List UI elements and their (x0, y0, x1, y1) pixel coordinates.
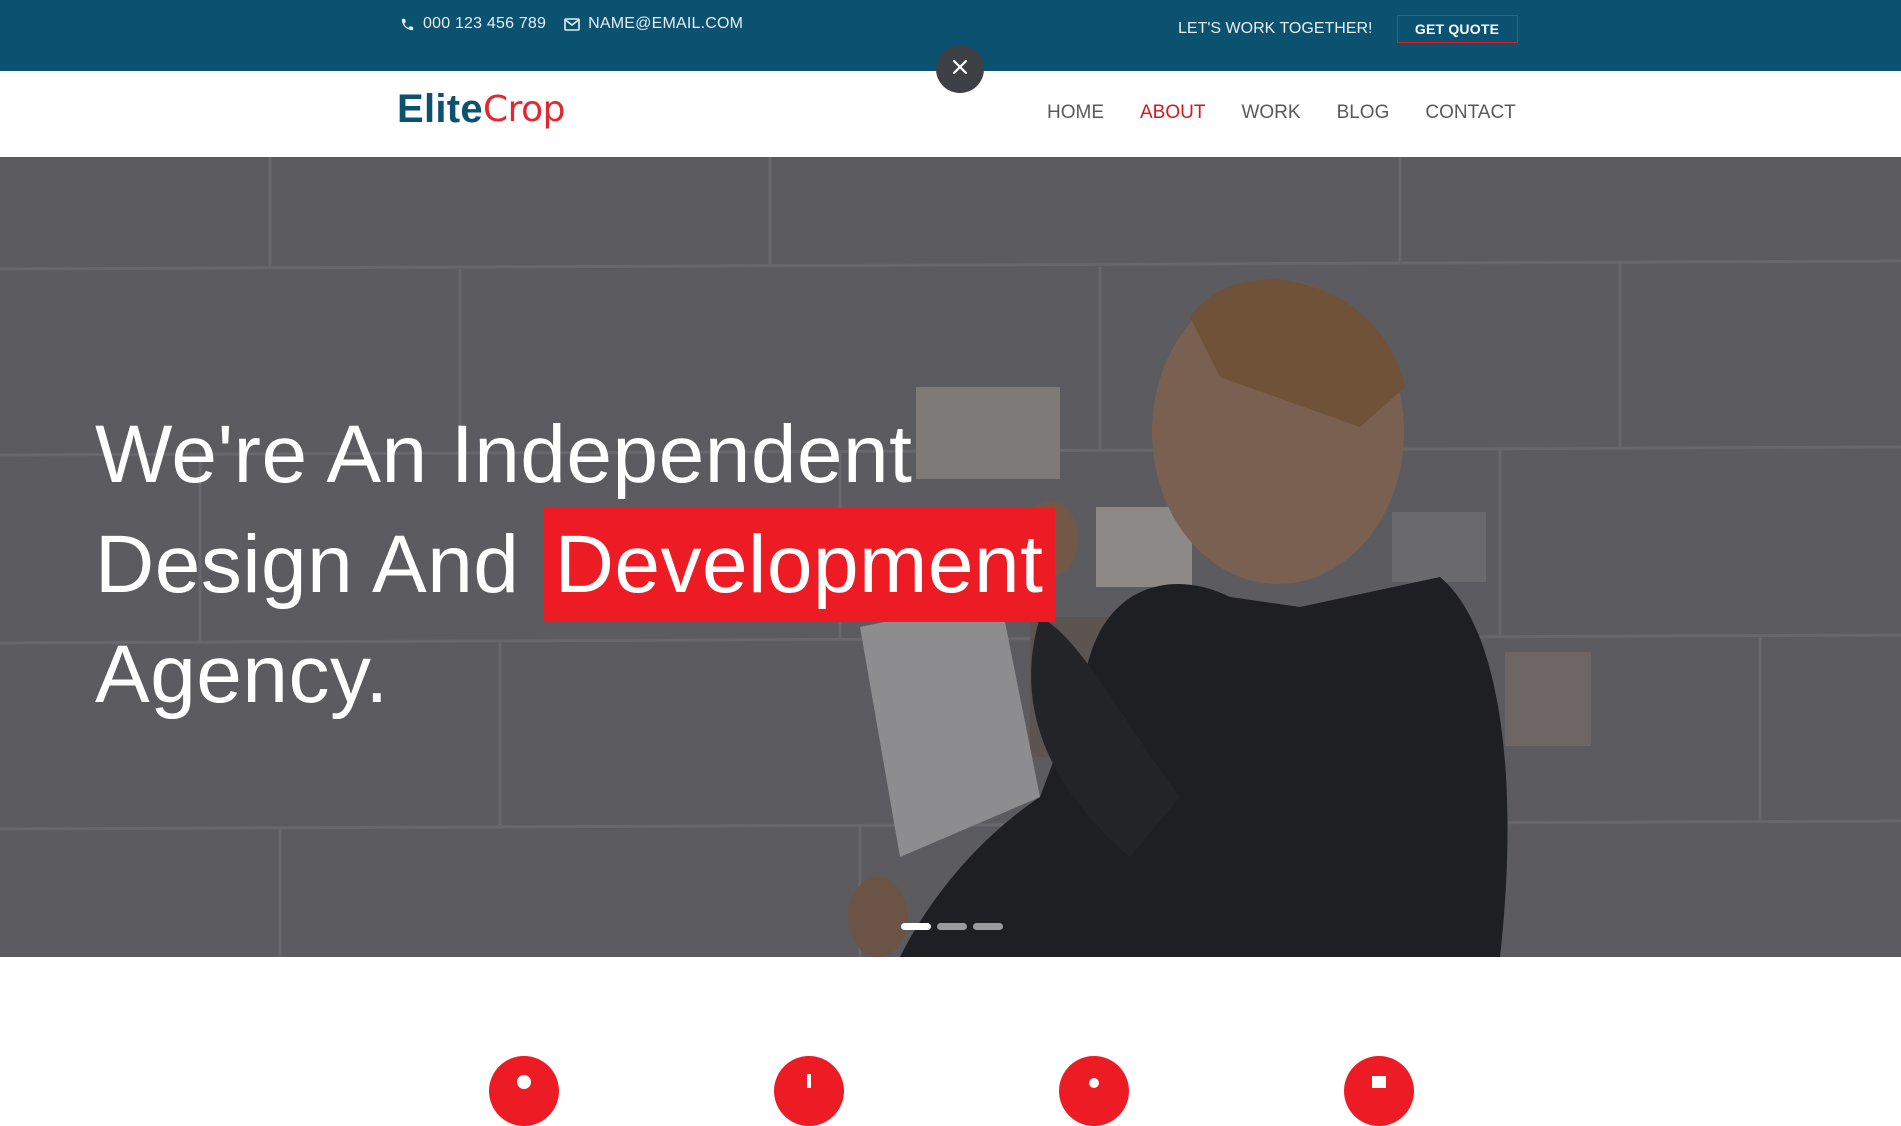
slider-dot-3[interactable] (973, 923, 1003, 930)
nav-home[interactable]: HOME (1047, 102, 1104, 124)
services-section (0, 957, 1901, 1126)
slider-dot-2[interactable] (937, 923, 967, 930)
service-icon-4[interactable] (1344, 1056, 1414, 1126)
headline-line-2: Design And Development (95, 508, 1056, 622)
nav-blog[interactable]: BLOG (1337, 102, 1390, 124)
slider-dot-1[interactable] (901, 923, 931, 930)
envelope-icon (564, 17, 580, 31)
service-icon-3[interactable] (1059, 1056, 1129, 1126)
service-icon-1[interactable] (489, 1056, 559, 1126)
nav-work[interactable]: WORK (1241, 102, 1300, 124)
hero-headline: We're An Independent Design And Developm… (95, 402, 1056, 728)
phone-icon (400, 17, 415, 32)
hero-slider: We're An Independent Design And Developm… (0, 157, 1901, 957)
headline-line-3: Agency. (95, 629, 389, 720)
slider-dots (901, 923, 1003, 930)
close-button[interactable] (936, 45, 984, 93)
logo-crop: Crop (482, 89, 566, 130)
tagline: LET'S WORK TOGETHER! (1178, 20, 1373, 37)
logo-elite: Elite (397, 87, 483, 131)
contact-info: 000 123 456 789 NAME@EMAIL.COM (400, 15, 751, 33)
phone-item[interactable]: 000 123 456 789 (400, 15, 546, 33)
email-address: NAME@EMAIL.COM (588, 15, 744, 32)
topbar-right: LET'S WORK TOGETHER! GET QUOTE (1178, 15, 1518, 43)
headline-line-1: We're An Independent (95, 409, 913, 500)
headline-highlight: Development (542, 508, 1056, 622)
email-item[interactable]: NAME@EMAIL.COM (564, 15, 743, 33)
close-icon (952, 59, 968, 80)
nav-contact[interactable]: CONTACT (1425, 102, 1515, 124)
logo[interactable]: Elite Crop (397, 87, 566, 131)
phone-number: 000 123 456 789 (423, 15, 547, 32)
get-quote-button[interactable]: GET QUOTE (1396, 15, 1518, 43)
nav-about[interactable]: ABOUT (1140, 102, 1205, 124)
service-icon-2[interactable] (774, 1056, 844, 1126)
main-nav: HOME ABOUT WORK BLOG CONTACT (1047, 102, 1516, 124)
headline-line-2-text: Design And (95, 519, 543, 610)
